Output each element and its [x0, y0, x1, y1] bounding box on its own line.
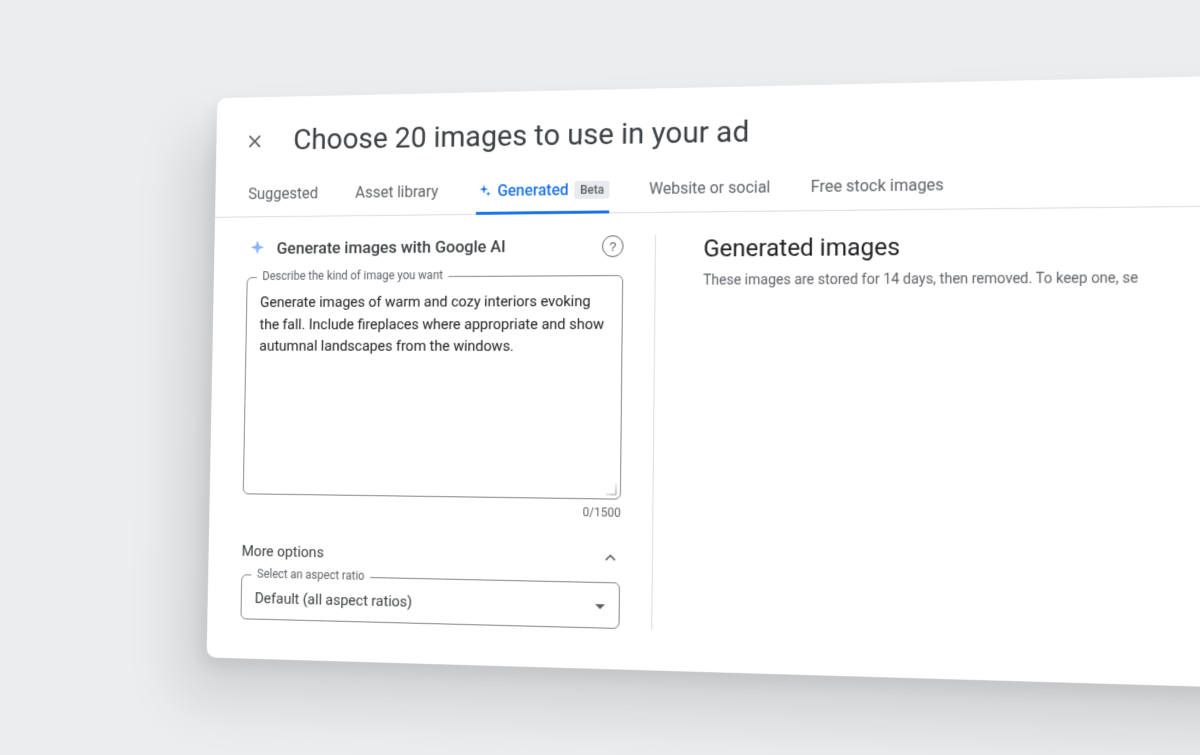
tab-label: Asset library: [355, 182, 438, 202]
results-storage-note: These images are stored for 14 days, the…: [703, 269, 1200, 288]
prompt-textarea[interactable]: [257, 290, 608, 480]
tab-asset-library[interactable]: Asset library: [355, 172, 439, 216]
close-button[interactable]: [242, 127, 268, 154]
close-icon: [245, 130, 266, 151]
help-icon: ?: [609, 238, 616, 253]
tab-label: Generated: [497, 180, 568, 200]
chevron-up-icon: [600, 547, 620, 568]
tab-suggested[interactable]: Suggested: [248, 174, 319, 217]
dialog-title: Choose 20 images to use in your ad: [293, 114, 749, 157]
generator-heading-row: Generate images with Google AI ?: [247, 235, 624, 260]
aspect-ratio-value: Default (all aspect ratios): [255, 589, 413, 610]
prompt-label: Describe the kind of image you want: [257, 268, 449, 283]
tab-generated[interactable]: Generated Beta: [476, 169, 610, 214]
sparkle-icon: [247, 238, 268, 259]
tab-label: Suggested: [248, 183, 318, 202]
results-panel: Generated images These images are stored…: [700, 229, 1200, 646]
results-heading: Generated images: [703, 229, 1200, 262]
aspect-ratio-select[interactable]: Select an aspect ratio Default (all aspe…: [240, 574, 620, 629]
tab-free-stock[interactable]: Free stock images: [811, 164, 944, 210]
aspect-ratio-label: Select an aspect ratio: [251, 566, 370, 582]
tab-label: Website or social: [649, 177, 770, 198]
help-button[interactable]: ?: [602, 235, 624, 257]
more-options-label: More options: [242, 542, 324, 561]
character-counter: 0/1500: [242, 500, 620, 520]
generator-panel: Generate images with Google AI ? Describ…: [240, 234, 656, 629]
tab-label: Free stock images: [811, 174, 944, 195]
image-picker-dialog: Choose 20 images to use in your ad Sugge…: [207, 73, 1200, 689]
dialog-header: Choose 20 images to use in your ad: [216, 73, 1200, 175]
generator-heading: Generate images with Google AI: [277, 236, 593, 258]
sparkle-icon: [476, 182, 491, 198]
tab-website-social[interactable]: Website or social: [649, 167, 771, 213]
resize-handle-icon[interactable]: [605, 483, 617, 495]
prompt-field: Describe the kind of image you want: [243, 275, 623, 500]
beta-badge: Beta: [574, 180, 610, 198]
chevron-down-icon: [595, 603, 605, 608]
dialog-body: Generate images with Google AI ? Describ…: [207, 205, 1200, 646]
